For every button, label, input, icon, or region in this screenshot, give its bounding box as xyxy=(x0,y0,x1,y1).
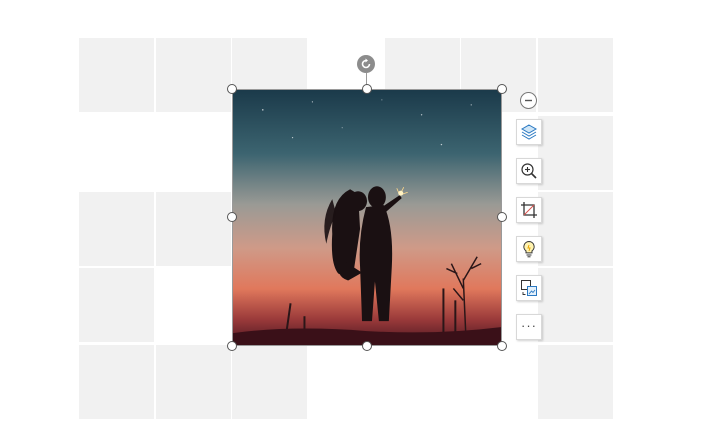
grid-cell xyxy=(156,38,231,112)
zoom-in-button[interactable] xyxy=(516,158,542,184)
grid-cell xyxy=(156,192,231,266)
minus-circle-icon xyxy=(525,99,532,102)
selected-image[interactable] xyxy=(232,89,502,346)
grid-cell xyxy=(538,268,613,342)
grid-cell xyxy=(538,116,613,190)
resize-handle-bottom-right[interactable] xyxy=(497,341,507,351)
layers-icon xyxy=(520,124,538,140)
layers-button[interactable] xyxy=(516,119,542,145)
grid-cell xyxy=(79,192,154,266)
grid-cell xyxy=(79,268,154,342)
photo-couple-silhouette-icon xyxy=(233,90,501,345)
resize-handle-left[interactable] xyxy=(227,212,237,222)
replace-image-button[interactable] xyxy=(516,275,542,301)
crop-button[interactable] xyxy=(516,197,542,223)
grid-cell xyxy=(538,192,613,266)
resize-handle-top[interactable] xyxy=(362,84,372,94)
lightbulb-icon xyxy=(523,240,535,258)
collapse-toolbar-button[interactable] xyxy=(520,92,537,109)
grid-cell xyxy=(79,345,154,419)
crop-icon xyxy=(521,202,537,218)
zoom-in-icon xyxy=(521,163,537,179)
grid-cell xyxy=(79,38,154,112)
grid-cell xyxy=(538,38,613,112)
ideas-button[interactable] xyxy=(516,236,542,262)
grid-cell xyxy=(538,345,613,419)
resize-handle-right[interactable] xyxy=(497,212,507,222)
grid-cell xyxy=(156,345,231,419)
resize-handle-bottom[interactable] xyxy=(362,341,372,351)
more-options-button[interactable]: ··· xyxy=(516,314,542,340)
resize-handle-top-left[interactable] xyxy=(227,84,237,94)
replace-image-icon xyxy=(521,280,537,296)
rotate-handle[interactable] xyxy=(357,55,375,73)
grid-cell xyxy=(232,345,307,419)
more-icon: ··· xyxy=(521,318,537,333)
rotate-icon xyxy=(361,58,371,69)
resize-handle-bottom-left[interactable] xyxy=(227,341,237,351)
resize-handle-top-right[interactable] xyxy=(497,84,507,94)
